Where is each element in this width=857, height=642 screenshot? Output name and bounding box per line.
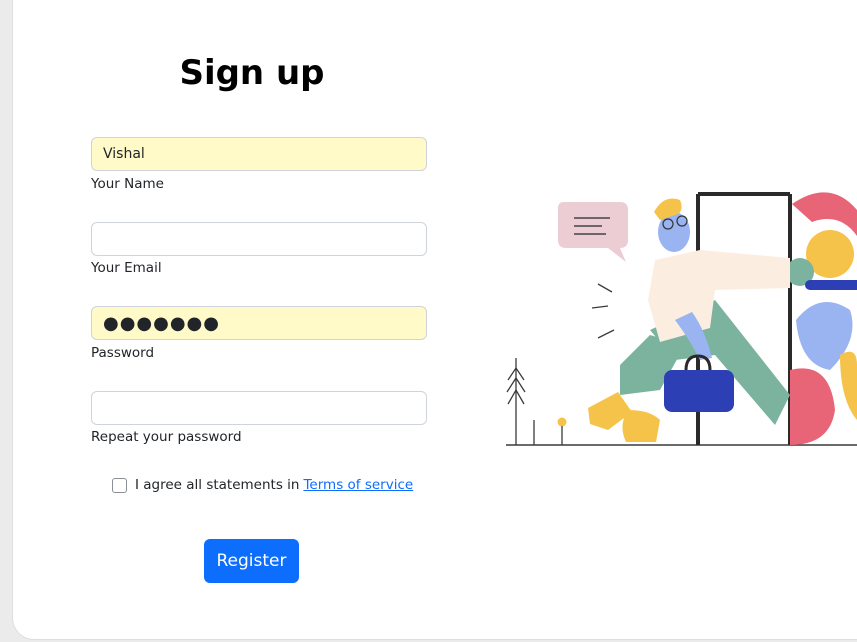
terms-of-service-link[interactable]: Terms of service [303,477,413,493]
register-button[interactable]: Register [204,539,299,583]
speech-bubble-icon [558,202,628,262]
repeat-password-input[interactable] [91,391,427,425]
signup-illustration [506,192,857,446]
email-input[interactable] [91,222,427,256]
email-label: Your Email [91,260,162,276]
agree-checkbox[interactable] [112,477,127,493]
name-label: Your Name [91,176,164,192]
plant-icon [506,358,535,445]
agree-text: I agree all statements in [135,477,300,493]
page-title: Sign up [179,53,325,93]
repeat-password-label: Repeat your password [91,429,242,445]
name-input[interactable] [91,137,427,171]
password-input[interactable] [91,306,427,340]
abstract-shapes [786,192,857,445]
terms-agreement: I agree all statements in Terms of servi… [112,477,413,493]
password-label: Password [91,345,155,361]
